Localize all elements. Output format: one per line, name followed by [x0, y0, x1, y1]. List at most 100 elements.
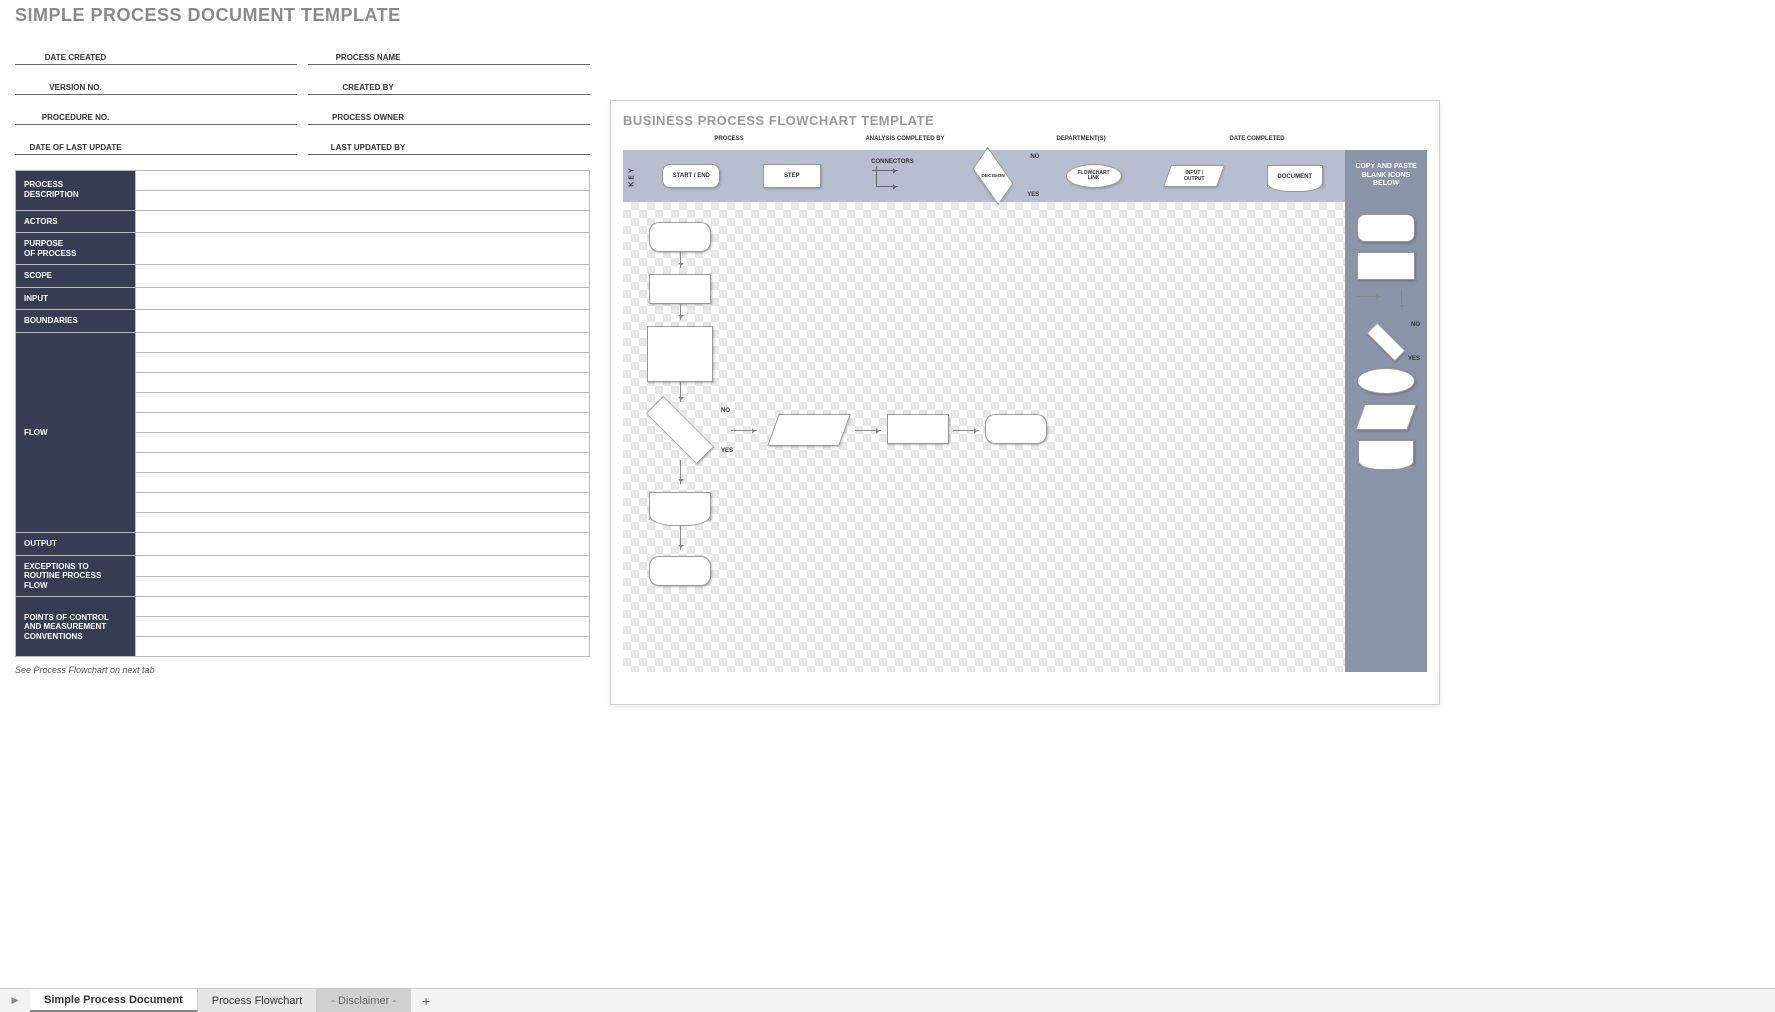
arrow-icon: [731, 430, 757, 431]
section-cell[interactable]: [136, 555, 590, 576]
flowchart-card: BUSINESS PROCESS FLOWCHART TEMPLATE PROC…: [610, 100, 1440, 705]
flowchart-header-row: PROCESS ANALYSIS COMPLETED BY DEPARTMENT…: [623, 132, 1427, 146]
flow-io[interactable]: [767, 414, 851, 446]
arrow-icon: [680, 460, 681, 484]
meta-value[interactable]: [136, 34, 297, 64]
meta-table: DATE CREATED PROCESS NAME VERSION NO. CR…: [15, 34, 590, 155]
palette-decision[interactable]: NO YES: [1356, 326, 1416, 358]
meta-label: DATE OF LAST UPDATE: [15, 124, 136, 154]
add-tab-button[interactable]: +: [411, 989, 441, 1012]
decision-yes-label: YES: [721, 448, 733, 454]
tab-nav-icon[interactable]: ▶: [0, 989, 30, 1012]
hdr-date: DATE COMPLETED: [1169, 132, 1345, 146]
section-cell[interactable]: [136, 287, 590, 310]
arrow-icon: [680, 304, 681, 320]
palette-io[interactable]: [1355, 404, 1416, 430]
section-cell[interactable]: [136, 310, 590, 333]
section-cell[interactable]: [136, 210, 590, 233]
io-icon: INPUT /OUTPUT: [1163, 165, 1225, 187]
key-decision: NO DECISION YES: [943, 150, 1044, 202]
form-sections: PROCESSDESCRIPTIONACTORSPURPOSEOF PROCES…: [15, 170, 590, 658]
flow-step[interactable]: [649, 274, 711, 304]
flow-terminator[interactable]: [649, 222, 711, 252]
flowchart-link-icon: FLOWCHARTLINK: [1066, 164, 1122, 188]
section-cell[interactable]: [136, 393, 590, 413]
meta-label: VERSION NO.: [15, 64, 136, 94]
tab-process-flowchart[interactable]: Process Flowchart: [198, 989, 317, 1012]
section-header: POINTS OF CONTROLAND MEASUREMENTCONVENTI…: [16, 597, 136, 657]
section-header: EXCEPTIONS TOROUTINE PROCESS FLOW: [16, 555, 136, 597]
shape-palette: NO YES: [1345, 202, 1427, 672]
section-cell[interactable]: [136, 265, 590, 288]
key-step: STEP: [742, 150, 843, 202]
meta-value[interactable]: [429, 34, 590, 64]
key-io: INPUT /OUTPUT: [1144, 150, 1245, 202]
meta-value[interactable]: [136, 124, 297, 154]
hdr-process: PROCESS: [641, 132, 817, 146]
flow-step[interactable]: [887, 414, 949, 444]
section-cell[interactable]: [136, 433, 590, 453]
section-header: INPUT: [16, 287, 136, 310]
section-header: PROCESSDESCRIPTION: [16, 170, 136, 210]
decision-icon: DECISION: [973, 147, 1014, 205]
meta-value[interactable]: [429, 124, 590, 154]
flow-step-large[interactable]: [647, 326, 713, 382]
key-strip: KEY START / END STEP CONNECTORS NO DECIS…: [623, 150, 1427, 202]
palette-connectors[interactable]: [1357, 290, 1415, 316]
hdr-dept: DEPARTMENT(S): [993, 132, 1169, 146]
terminator-icon: START / END: [662, 164, 720, 188]
meta-label: LAST UPDATED BY: [308, 124, 429, 154]
copy-paste-label: COPY AND PASTEBLANK ICONSBELOW: [1345, 150, 1427, 202]
meta-value[interactable]: [429, 64, 590, 94]
section-cell[interactable]: [136, 233, 590, 265]
flowchart-canvas[interactable]: NO YES: [623, 202, 1345, 672]
meta-value[interactable]: [136, 94, 297, 124]
section-cell[interactable]: [136, 533, 590, 556]
section-header: OUTPUT: [16, 533, 136, 556]
section-cell[interactable]: [136, 576, 590, 597]
decision-no-label: NO: [721, 408, 730, 414]
section-cell[interactable]: [136, 373, 590, 393]
section-cell[interactable]: [136, 333, 590, 353]
arrow-icon: [680, 382, 681, 402]
section-cell[interactable]: [136, 597, 590, 617]
section-cell[interactable]: [136, 413, 590, 433]
palette-document[interactable]: [1358, 440, 1414, 464]
flow-document[interactable]: [649, 492, 711, 520]
key-link: FLOWCHARTLINK: [1043, 150, 1144, 202]
palette-step[interactable]: [1357, 252, 1415, 280]
section-cell[interactable]: [136, 190, 590, 210]
flow-decision[interactable]: [646, 396, 714, 464]
meta-label: DATE CREATED: [15, 34, 136, 64]
step-icon: STEP: [763, 164, 821, 188]
tab-disclaimer[interactable]: - Disclaimer -: [317, 989, 411, 1012]
tab-simple-process[interactable]: Simple Process Document: [30, 989, 198, 1012]
section-header: SCOPE: [16, 265, 136, 288]
sheet-tab-bar: ▶ Simple Process Document Process Flowch…: [0, 988, 1775, 1012]
arrow-icon: [680, 252, 681, 268]
section-cell[interactable]: [136, 493, 590, 513]
flow-terminator-end[interactable]: [649, 556, 711, 586]
flow-terminator[interactable]: [985, 414, 1047, 444]
arrow-icon: [953, 430, 979, 431]
doc-title: SIMPLE PROCESS DOCUMENT TEMPLATE: [15, 5, 590, 26]
section-cell[interactable]: [136, 453, 590, 473]
hdr-analysis: ANALYSIS COMPLETED BY: [817, 132, 993, 146]
meta-value[interactable]: [136, 64, 297, 94]
section-cell[interactable]: [136, 170, 590, 190]
footer-note: See Process Flowchart on next tab: [15, 665, 590, 675]
arrow-icon: [680, 526, 681, 550]
section-header: ACTORS: [16, 210, 136, 233]
arrow-icon: [855, 430, 881, 431]
palette-link[interactable]: [1357, 368, 1415, 394]
document-icon: DOCUMENT: [1267, 165, 1323, 187]
key-terminator: START / END: [641, 150, 742, 202]
section-cell[interactable]: [136, 637, 590, 657]
section-cell[interactable]: [136, 353, 590, 373]
key-document: DOCUMENT: [1244, 150, 1345, 202]
meta-value[interactable]: [429, 94, 590, 124]
section-cell[interactable]: [136, 617, 590, 637]
section-cell[interactable]: [136, 473, 590, 493]
section-cell[interactable]: [136, 513, 590, 533]
palette-terminator[interactable]: [1357, 214, 1415, 242]
